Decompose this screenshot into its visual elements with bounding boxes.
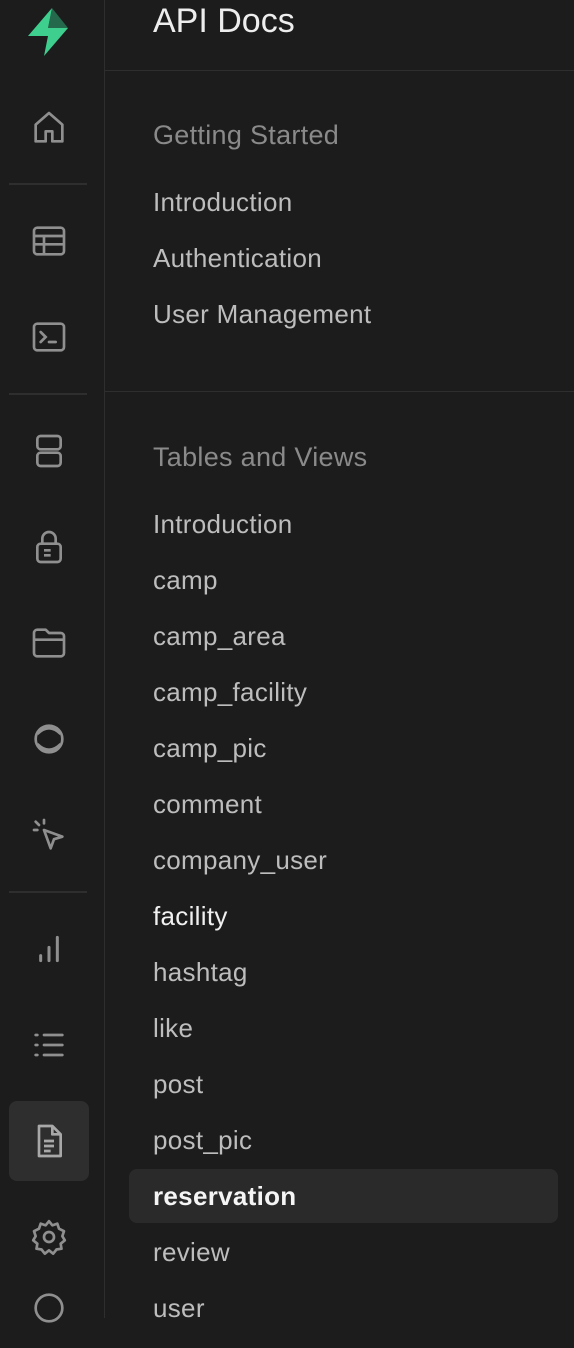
nav-item-tables-introduction[interactable]: Introduction — [129, 497, 558, 551]
section-divider — [105, 391, 574, 392]
sql-terminal-icon[interactable] — [9, 297, 89, 377]
help-circle-icon[interactable] — [9, 1268, 89, 1348]
nav-item-camp-pic[interactable]: camp_pic — [129, 721, 558, 775]
table-editor-icon[interactable] — [9, 201, 89, 281]
nav-item-camp[interactable]: camp — [129, 553, 558, 607]
nav-item-user-management[interactable]: User Management — [129, 287, 558, 341]
nav-item-introduction[interactable]: Introduction — [129, 175, 558, 229]
nav-item-camp-area[interactable]: camp_area — [129, 609, 558, 663]
section-title-getting-started: Getting Started — [153, 120, 340, 150]
nav-item-hashtag[interactable]: hashtag — [129, 945, 558, 999]
realtime-icon[interactable] — [9, 699, 89, 779]
nav-item-camp-facility[interactable]: camp_facility — [129, 665, 558, 719]
nav-item-like[interactable]: like — [129, 1001, 558, 1055]
supabase-logo-icon[interactable] — [22, 6, 74, 58]
logs-list-icon[interactable] — [9, 1005, 89, 1085]
page-title: API Docs — [153, 2, 295, 40]
edge-functions-cursor-icon[interactable] — [9, 795, 89, 875]
panel-header: API Docs — [105, 0, 574, 71]
rail-divider — [9, 183, 87, 185]
nav-item-reservation[interactable]: reservation — [129, 1169, 558, 1223]
nav-item-review[interactable]: review — [129, 1225, 558, 1279]
docs-nav-panel: API Docs Getting Started Introduction Au… — [105, 0, 574, 1323]
nav-item-post-pic[interactable]: post_pic — [129, 1113, 558, 1167]
nav-item-authentication[interactable]: Authentication — [129, 231, 558, 285]
api-docs-icon[interactable] — [9, 1101, 89, 1181]
section-title-tables-and-views: Tables and Views — [153, 442, 368, 472]
icon-rail — [0, 0, 105, 1323]
database-icon[interactable] — [9, 411, 89, 491]
home-icon[interactable] — [9, 88, 89, 168]
rail-divider — [9, 891, 87, 893]
settings-gear-icon[interactable] — [9, 1197, 89, 1277]
nav-item-post[interactable]: post — [129, 1057, 558, 1111]
storage-folder-icon[interactable] — [9, 603, 89, 683]
nav-item-comment[interactable]: comment — [129, 777, 558, 831]
reports-chart-icon[interactable] — [9, 909, 89, 989]
auth-lock-icon[interactable] — [9, 507, 89, 587]
nav-item-company-user[interactable]: company_user — [129, 833, 558, 887]
nav-item-user[interactable]: user — [129, 1281, 558, 1335]
rail-divider — [9, 393, 87, 395]
nav-item-facility[interactable]: facility — [129, 889, 558, 943]
